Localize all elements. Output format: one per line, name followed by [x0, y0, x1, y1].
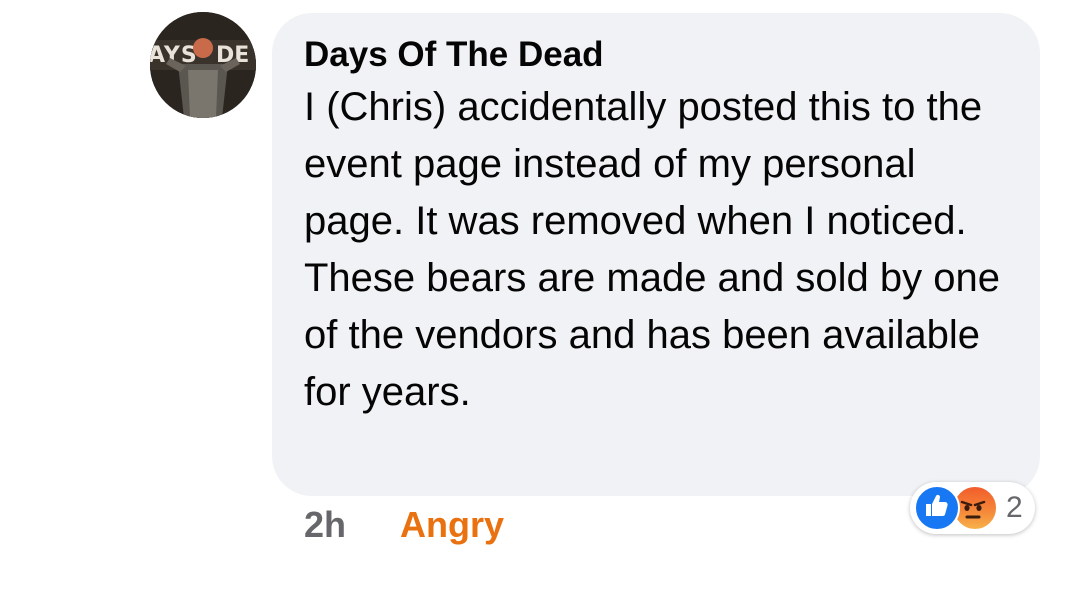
comment-author[interactable]: Days Of The Dead: [304, 35, 1010, 75]
reactions-summary[interactable]: 2: [910, 482, 1035, 534]
comment-timestamp[interactable]: 2h: [304, 504, 346, 546]
comment-text: I (Chris) accidentally posted this to th…: [304, 85, 1000, 414]
reaction-button[interactable]: Angry: [400, 504, 504, 546]
comment-bubble: Days Of The Dead I (Chris) accidentally …: [272, 13, 1040, 496]
like-icon: [914, 485, 960, 531]
comment-actions: 2h Angry: [304, 504, 504, 546]
avatar[interactable]: AYS DE: [150, 12, 256, 118]
reaction-count: 2: [1006, 491, 1023, 524]
